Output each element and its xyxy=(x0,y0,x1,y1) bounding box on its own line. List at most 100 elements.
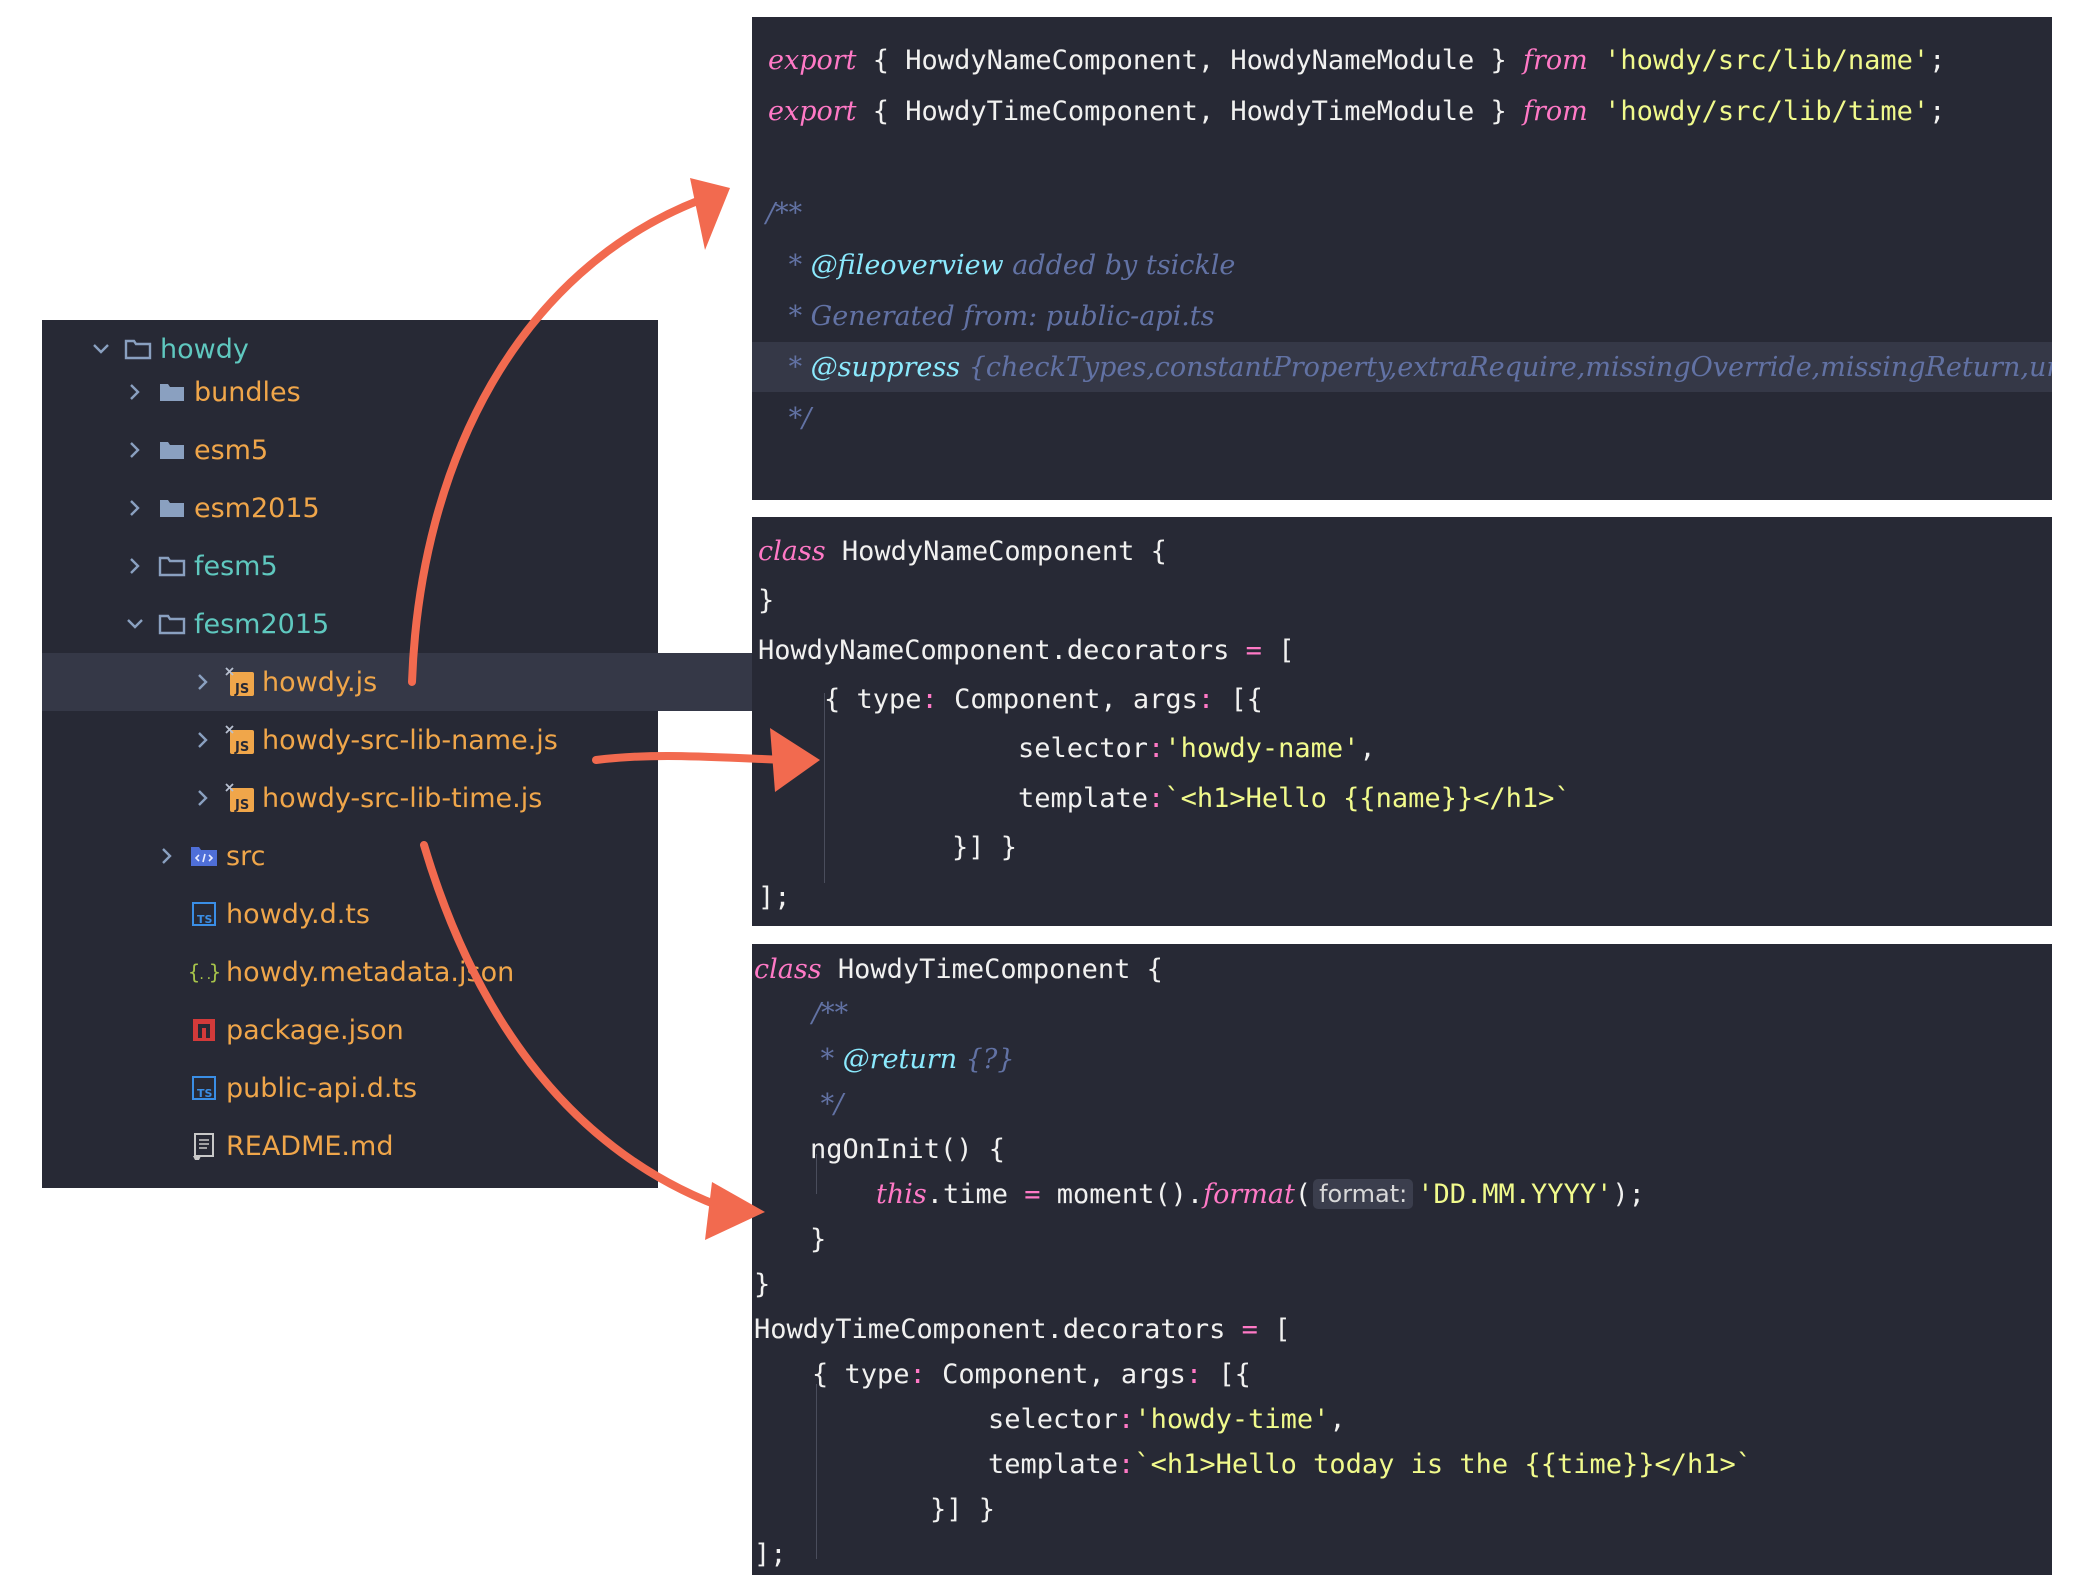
tree-item-fesm2015[interactable]: fesm2015 xyxy=(42,595,738,653)
code-punctuation: [ xyxy=(1274,1313,1291,1345)
js-file-icon: JS xyxy=(224,666,256,698)
comment: * xyxy=(812,1043,843,1075)
tree-item-howdy-src-lib-time-js[interactable]: JS howdy-src-lib-time.js xyxy=(42,769,806,827)
code-punctuation: }] } xyxy=(930,1493,996,1525)
tree-item-howdy-src-lib-name-js[interactable]: JS howdy-src-lib-name.js xyxy=(42,711,806,769)
code-punctuation: ]; xyxy=(754,1538,787,1570)
code-line: }] } xyxy=(752,1484,2052,1534)
parameter-hint: format: xyxy=(1313,1179,1414,1209)
chevron-right-icon[interactable] xyxy=(154,843,180,869)
operator: : xyxy=(1197,683,1215,715)
code-identifier: { type xyxy=(824,683,922,715)
file-explorer: howdy bundles esm5 esm2015 fesm5 fesm201… xyxy=(42,320,806,1188)
tree-item-package-json[interactable]: package.json xyxy=(42,1001,770,1059)
code-line: * @fileoverview added by tsickle xyxy=(752,240,2052,290)
folder-filled-icon xyxy=(156,434,188,466)
code-punctuation: ; xyxy=(1929,95,1946,127)
method-name: format xyxy=(1203,1178,1295,1210)
code-identifier: Component, args xyxy=(925,1358,1186,1390)
tree-item-howdy-metadata-json[interactable]: {..} howdy.metadata.json xyxy=(42,943,770,1001)
tree-item-esm5[interactable]: esm5 xyxy=(42,421,738,479)
tree-item-howdy-js[interactable]: JS howdy.js xyxy=(42,653,806,711)
chevron-right-icon[interactable] xyxy=(122,553,148,579)
doc-tag: @fileoverview xyxy=(810,249,1004,281)
code-punctuation: } xyxy=(754,1268,771,1300)
code-panel-howdy-src-lib-time: class HowdyTimeComponent { /** * @return… xyxy=(752,944,2052,1575)
chevron-down-icon[interactable] xyxy=(88,336,114,362)
tree-item-esm2015[interactable]: esm2015 xyxy=(42,479,738,537)
tree-item-bundles[interactable]: bundles xyxy=(42,363,738,421)
tree-item-src[interactable]: src xyxy=(42,827,770,885)
tree-item-label: fesm5 xyxy=(194,550,278,582)
keyword-class: class xyxy=(754,953,822,985)
tree-item-label: src xyxy=(226,840,266,872)
code-line: selector:'howdy-name', xyxy=(752,723,2052,773)
code-punctuation: [{ xyxy=(1202,1358,1251,1390)
tree-item-howdy-d-ts[interactable]: TS howdy.d.ts xyxy=(42,885,770,943)
code-line: } xyxy=(752,575,2052,625)
class-name: HowdyTimeComponent { xyxy=(821,953,1163,985)
code-line: export { HowdyTimeComponent, HowdyTimeMo… xyxy=(752,86,2052,136)
folder-outline-icon xyxy=(156,550,188,582)
code-punctuation: ]; xyxy=(758,881,791,913)
code-punctuation: ( xyxy=(1294,1178,1312,1210)
code-punctuation: }] } xyxy=(952,831,1018,863)
code-punctuation: [ xyxy=(1278,634,1295,666)
tree-item-label: public-api.d.ts xyxy=(226,1072,418,1104)
code-punctuation: } xyxy=(1474,95,1524,127)
chevron-right-icon[interactable] xyxy=(122,495,148,521)
npm-icon xyxy=(188,1014,220,1046)
tree-item-readme-md[interactable]: README.md xyxy=(42,1117,770,1175)
js-file-icon: JS xyxy=(224,724,256,756)
code-line: */ xyxy=(752,1079,2052,1129)
keyword-export: export xyxy=(768,95,857,127)
code-line: HowdyTimeComponent.decorators = [ xyxy=(752,1304,2052,1354)
property-name: selector xyxy=(988,1403,1119,1435)
chevron-right-icon[interactable] xyxy=(190,785,216,811)
code-panel-howdy-src-lib-name: class HowdyNameComponent { } HowdyNameCo… xyxy=(752,517,2052,926)
chevron-right-icon[interactable] xyxy=(122,437,148,463)
string-literal: 'howdy/src/lib/name' xyxy=(1604,44,1930,76)
chevron-right-icon[interactable] xyxy=(190,727,216,753)
code-line: * @return {?} xyxy=(752,1034,2052,1084)
string-literal: `<h1>Hello today is the {{time}}</h1>` xyxy=(1134,1448,1753,1480)
code-identifier: HowdyNameComponent.decorators xyxy=(758,634,1230,666)
code-line-highlighted: * @suppress {checkTypes,constantProperty… xyxy=(752,342,2052,392)
string-literal: 'DD.MM.YYYY' xyxy=(1417,1178,1613,1210)
chevron-right-icon[interactable] xyxy=(190,669,216,695)
code-identifier: moment(). xyxy=(1056,1178,1204,1210)
code-identifier: { type xyxy=(812,1358,910,1390)
svg-text:TS: TS xyxy=(197,1087,213,1100)
doc-tag: @suppress xyxy=(810,351,961,383)
comment: */ xyxy=(812,1088,844,1120)
operator: : xyxy=(1118,1403,1135,1435)
code-punctuation: [{ xyxy=(1214,683,1263,715)
code-line: class HowdyNameComponent { xyxy=(752,526,2052,576)
json-file-icon: {..} xyxy=(188,956,220,988)
code-line: * Generated from: public-api.ts xyxy=(752,291,2052,341)
operator: = xyxy=(1008,1178,1057,1210)
code-punctuation: { xyxy=(856,95,906,127)
arrowhead-icon xyxy=(690,178,730,250)
folder-outline-icon xyxy=(122,333,154,365)
code-punctuation: } xyxy=(758,584,775,616)
code-line: /** xyxy=(752,188,2052,238)
chevron-down-icon[interactable] xyxy=(122,611,148,637)
string-literal: 'howdy-name' xyxy=(1164,732,1360,764)
svg-text:TS: TS xyxy=(197,913,213,926)
chevron-right-icon[interactable] xyxy=(122,379,148,405)
code-line: HowdyNameComponent.decorators = [ xyxy=(752,625,2052,675)
tree-item-label: package.json xyxy=(226,1014,404,1046)
tree-item-label: esm2015 xyxy=(194,492,320,524)
keyword-from: from xyxy=(1523,95,1588,127)
keyword-export: export xyxy=(768,44,857,76)
tree-item-public-api-d-ts[interactable]: TS public-api.d.ts xyxy=(42,1059,770,1117)
comment: added by tsickle xyxy=(1003,249,1236,281)
code-line: */ xyxy=(752,393,2052,443)
tree-item-fesm5[interactable]: fesm5 xyxy=(42,537,738,595)
comment: {checkTypes,constantProperty,extraRequir… xyxy=(968,351,2052,383)
folder-outline-icon xyxy=(156,608,188,640)
code-panel-howdy-js: export { HowdyNameComponent, HowdyNameMo… xyxy=(752,17,2052,500)
